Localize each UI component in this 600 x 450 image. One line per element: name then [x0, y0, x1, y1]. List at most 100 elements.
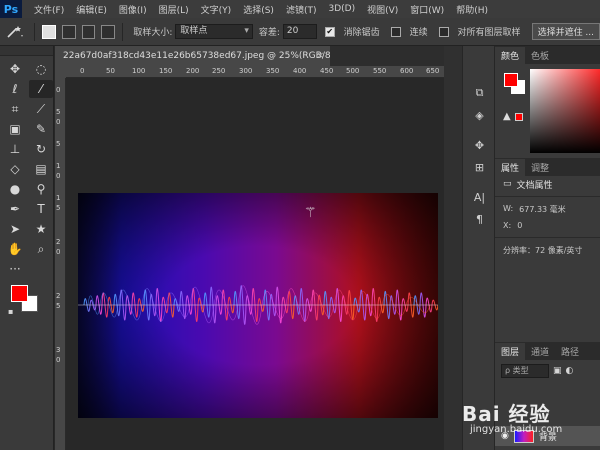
ruler-corner[interactable]: [55, 66, 66, 78]
menu-file[interactable]: 文件(F): [28, 3, 70, 16]
intersect-selection-button[interactable]: [101, 24, 116, 39]
tab-swatches[interactable]: 色板: [525, 47, 555, 64]
tab-layers[interactable]: 图层: [495, 343, 526, 360]
blur-icon[interactable]: ●: [3, 180, 27, 198]
sample-all-layers-label: 对所有图层取样: [457, 28, 521, 38]
subtract-from-selection-button[interactable]: [81, 24, 96, 39]
divider: [495, 196, 600, 197]
tab-properties[interactable]: 属性: [495, 159, 526, 176]
navigator-panel-icon[interactable]: ◈: [463, 104, 496, 126]
separator: [33, 22, 35, 41]
hand-icon[interactable]: ✋: [3, 240, 27, 258]
ruler-tick-label: 600: [400, 67, 414, 75]
menu-type[interactable]: 文字(Y): [195, 3, 238, 16]
tab-color[interactable]: 颜色: [495, 47, 526, 64]
ruler-tick-label: 500: [346, 67, 360, 75]
path-select-icon[interactable]: ➤: [3, 220, 27, 238]
ruler-tick-label: 200: [186, 67, 200, 75]
menu-window[interactable]: 窗口(W): [404, 3, 450, 16]
close-icon[interactable]: ×: [316, 46, 324, 66]
ruler-tick-label: 5: [56, 204, 61, 212]
history-panel-icon[interactable]: ⧉: [463, 82, 496, 104]
x-value[interactable]: 0: [517, 221, 522, 230]
ruler-tick-label: 0: [56, 172, 61, 180]
select-and-mask-button[interactable]: 选择并遮住 ...: [531, 23, 600, 40]
ruler-tick-label: 100: [132, 67, 146, 75]
zoom-icon[interactable]: ⌕: [29, 240, 53, 258]
marquee-icon[interactable]: ◌: [29, 60, 53, 78]
color-well: ▪: [8, 285, 48, 325]
sample-all-layers-checkbox[interactable]: [438, 26, 449, 37]
pen-icon[interactable]: ✒: [3, 200, 27, 218]
color-spectrum[interactable]: [530, 69, 600, 153]
ruler-tick-label: 450: [320, 67, 334, 75]
menu-image[interactable]: 图像(I): [113, 3, 153, 16]
width-value[interactable]: 677.33 毫米: [519, 204, 566, 215]
clone-stamp-icon[interactable]: ⊥: [3, 140, 27, 158]
brush-settings-icon[interactable]: ✥: [463, 134, 496, 156]
healing-brush-icon[interactable]: ▣: [3, 120, 27, 138]
menu-view[interactable]: 视图(V): [361, 3, 404, 16]
resolution-text: 分辨率：72 像素/英寸: [503, 246, 583, 255]
tolerance-label: 容差:: [258, 28, 280, 38]
menu-layer[interactable]: 图层(L): [153, 3, 195, 16]
brush-icon[interactable]: ✎: [29, 120, 53, 138]
document-tab[interactable]: 22a67d0af318cd43e11e26b65738ed67.jpeg @ …: [55, 46, 330, 66]
history-brush-icon[interactable]: ↻: [29, 140, 53, 158]
tab-adjustments[interactable]: 调整: [525, 159, 555, 176]
tab-channels[interactable]: 通道: [525, 343, 555, 360]
document-icon: ▭: [503, 179, 512, 189]
character-panel-icon[interactable]: A|: [463, 186, 496, 208]
add-to-selection-button[interactable]: [61, 24, 76, 39]
x-row: X: 0: [495, 218, 600, 233]
menu-3d[interactable]: 3D(D): [322, 4, 361, 14]
menu-edit[interactable]: 编辑(E): [70, 3, 113, 16]
crop-icon[interactable]: ⌗: [3, 100, 27, 118]
ruler-horizontal[interactable]: 0 50 100 150 200 250 300 350 400 450 500…: [66, 66, 444, 78]
panel-foreground-swatch[interactable]: [504, 73, 518, 87]
menu-help[interactable]: 帮助(H): [450, 3, 494, 16]
eyedropper-icon[interactable]: ⟋: [29, 100, 53, 118]
type-icon[interactable]: T: [29, 200, 53, 218]
watermark-logo: Bai 经验: [462, 402, 551, 426]
adjustments-icon[interactable]: ⊞: [463, 156, 496, 178]
more-tools-icon[interactable]: ···: [3, 260, 27, 278]
new-selection-button[interactable]: [41, 24, 56, 39]
move-icon[interactable]: ✥: [3, 60, 27, 78]
properties-panel-tabs: 属性 调整: [495, 158, 600, 176]
paragraph-panel-icon[interactable]: ¶: [463, 208, 496, 230]
default-colors-icon[interactable]: ▪: [8, 307, 13, 316]
filter-pixel-icon[interactable]: ▣: [553, 366, 562, 376]
magic-wand-tool-icon[interactable]: ⁄: [29, 80, 53, 98]
tool-preset-picker[interactable]: [0, 21, 30, 43]
filter-adjust-icon[interactable]: ◐: [566, 366, 574, 376]
tools-panel-header[interactable]: [0, 46, 53, 56]
contiguous-checkbox[interactable]: [390, 26, 401, 37]
sample-size-select[interactable]: 取样点: [175, 24, 253, 39]
tolerance-input[interactable]: 20: [282, 24, 317, 39]
antialias-checkbox[interactable]: ✔: [324, 26, 335, 37]
ruler-tick-label: 1: [56, 162, 61, 170]
menu-filter[interactable]: 滤镜(T): [280, 3, 323, 16]
ruler-tick-label: 5: [56, 108, 61, 116]
document-title: 22a67d0af318cd43e11e26b65738ed67.jpeg @ …: [63, 51, 330, 61]
eraser-icon[interactable]: ◇: [3, 160, 27, 178]
dodge-icon[interactable]: ⚲: [29, 180, 53, 198]
color-panel: ▲: [495, 64, 600, 158]
shape-icon[interactable]: ★: [29, 220, 53, 238]
tool-grid: ✥ ◌ ℓ ⁄ ⌗ ⟋ ▣ ✎ ⊥ ↻ ◇ ▤ ● ⚲ ✒ T ➤ ★ ✋ ⌕ …: [0, 56, 53, 282]
gamut-warning-icon: ▲: [503, 111, 511, 122]
tab-strip: [330, 46, 444, 66]
foreground-color-swatch[interactable]: [11, 285, 28, 302]
document-image[interactable]: [78, 193, 438, 418]
doc-properties-label: 文档属性: [516, 180, 553, 191]
menu-select[interactable]: 选择(S): [237, 3, 280, 16]
lasso-icon[interactable]: ℓ: [3, 80, 27, 98]
gamut-color-swatch[interactable]: [515, 113, 523, 121]
tab-paths[interactable]: 路径: [555, 343, 585, 360]
x-label: X:: [503, 221, 512, 230]
canvas-area[interactable]: ⚚: [66, 78, 444, 450]
layer-kind-filter[interactable]: ρ 类型: [501, 364, 549, 378]
gradient-icon[interactable]: ▤: [29, 160, 53, 178]
ruler-vertical[interactable]: 0 5 0 5 1 0 1 5 2 0 2 5 3 0: [55, 78, 66, 450]
